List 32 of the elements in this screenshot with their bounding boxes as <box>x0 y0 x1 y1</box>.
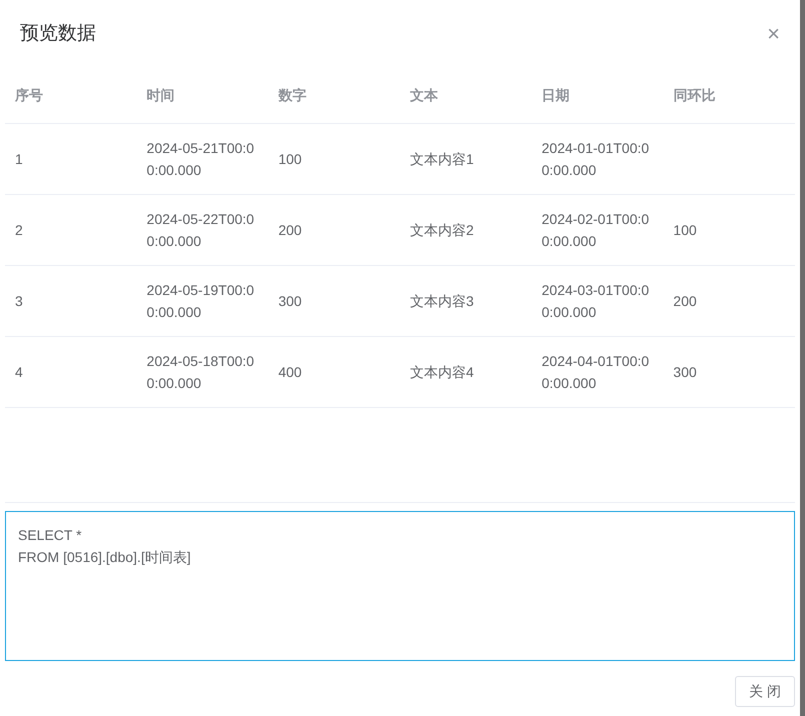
table-cell: 2024-01-01T00:00:00.000 <box>542 140 650 178</box>
table-cell: 100 <box>673 222 697 238</box>
table-cell: 文本内容3 <box>410 292 474 308</box>
table-cell: 文本内容1 <box>410 150 474 166</box>
table-cell: 200 <box>278 222 302 238</box>
table-cell: 300 <box>278 292 302 308</box>
table-cell: 2024-05-18T00:00:00.000 <box>146 352 254 390</box>
table-cell: 2 <box>15 222 23 238</box>
table-cell: 2024-05-19T00:00:00.000 <box>146 282 254 320</box>
column-header: 序号 <box>15 86 43 103</box>
column-header: 日期 <box>542 86 570 103</box>
table-cell: 100 <box>278 150 302 166</box>
table-cell: 4 <box>15 364 23 380</box>
sql-editor[interactable]: SELECT * FROM [0516].[dbo].[时间表] <box>5 511 795 661</box>
close-button[interactable]: 关 闭 <box>735 676 795 707</box>
table-cell: 1 <box>15 150 23 166</box>
table-cell: 文本内容2 <box>410 222 474 238</box>
table-cell: 2024-04-01T00:00:00.000 <box>542 352 650 390</box>
table-cell: 文本内容4 <box>410 364 474 380</box>
column-header: 数字 <box>278 86 306 103</box>
table-cell: 2024-05-21T00:00:00.000 <box>146 140 254 178</box>
table-cell: 200 <box>673 292 697 308</box>
dialog-title: 预览数据 <box>20 22 96 46</box>
column-header: 同环比 <box>673 86 716 103</box>
table-cell: 2024-05-22T00:00:00.000 <box>146 210 254 248</box>
table-cell: 2024-02-01T00:00:00.000 <box>542 210 650 248</box>
table-cell: 2024-03-01T00:00:00.000 <box>542 282 650 320</box>
table-cell: 400 <box>278 364 302 380</box>
table-cell: 300 <box>673 364 697 380</box>
column-header: 文本 <box>410 86 438 103</box>
table-cell: 3 <box>15 292 23 308</box>
column-header: 时间 <box>146 86 175 103</box>
